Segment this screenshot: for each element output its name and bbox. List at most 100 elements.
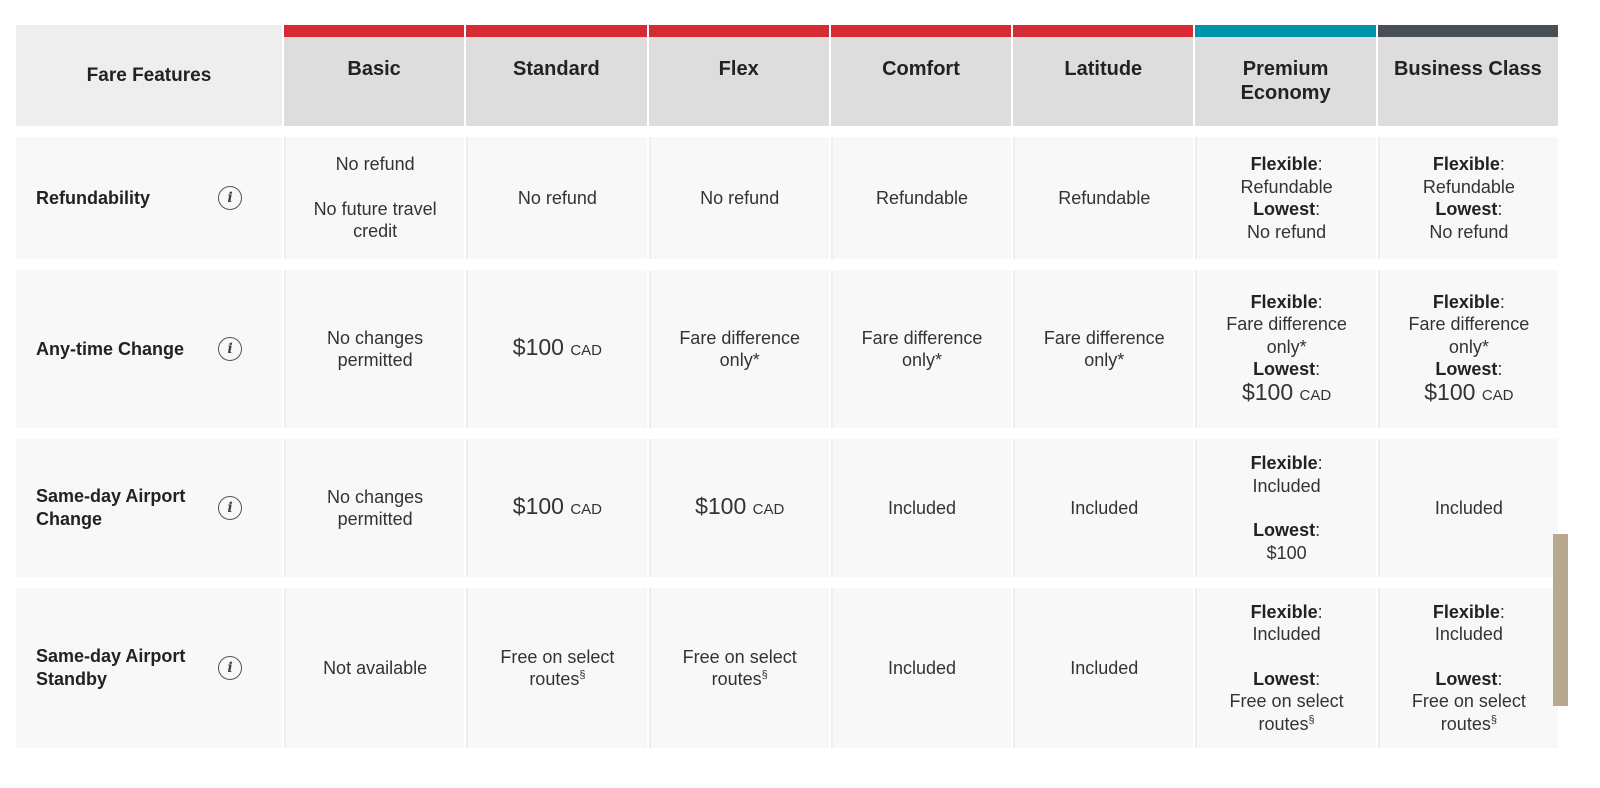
cell-latitude: Refundable: [1013, 137, 1194, 259]
cell-text: Included: [1252, 624, 1321, 645]
cell-flex: No refund: [648, 137, 829, 259]
cell-comfort: Included: [830, 439, 1012, 577]
cell-text: Included: [1252, 475, 1321, 496]
cell-text: Refundable: [1240, 176, 1333, 197]
table-row-any-time-change: Any-time Change i No changes permitted $…: [16, 270, 1559, 428]
column-header-business-class: Business Class: [1377, 25, 1559, 126]
flexible-label: Flexible:: [1250, 453, 1323, 473]
cell-text: No refund: [517, 187, 597, 208]
cell-text: Not available: [323, 657, 428, 678]
cell-comfort: Fare difference only*: [830, 270, 1012, 428]
section-footnote: §: [761, 669, 768, 681]
flexible-label: Flexible:: [1250, 154, 1323, 174]
cell-premium-economy: Flexible: Refundable Lowest: No refund: [1195, 137, 1376, 259]
accent-strip: [1013, 25, 1194, 37]
info-icon[interactable]: i: [218, 186, 242, 210]
price: $100 CAD: [1241, 378, 1332, 405]
cell-text: No changes permitted: [327, 327, 424, 371]
column-header-standard: Standard: [466, 25, 647, 126]
cell-text: Free on select routes§: [500, 646, 615, 690]
column-header-premium-economy: Premium Economy: [1195, 25, 1376, 126]
feature-label: Any-time Change i: [16, 270, 282, 428]
price: $100 CAD: [512, 333, 603, 360]
column-header-comfort: Comfort: [830, 25, 1012, 126]
cell-text: Included: [887, 497, 957, 518]
cell-flex: Fare difference only*: [648, 270, 829, 428]
cell-comfort: Refundable: [830, 137, 1012, 259]
side-feedback-tab[interactable]: [1553, 534, 1568, 706]
column-title: Comfort: [882, 58, 960, 80]
cell-basic: No changes permitted: [283, 270, 465, 428]
accent-strip: [830, 25, 1012, 37]
column-header-flex: Flex: [648, 25, 829, 126]
info-icon[interactable]: i: [218, 496, 242, 520]
cell-text: Free on select routes§: [682, 646, 797, 690]
info-icon[interactable]: i: [218, 337, 242, 361]
cell-text: Fare difference only*: [679, 327, 801, 371]
table-row-same-day-airport-change: Same-day Airport Change i No changes per…: [16, 439, 1559, 577]
price: $100 CAD: [512, 492, 603, 519]
fare-features-heading: Fare Features: [16, 25, 282, 126]
column-header-basic: Basic: [283, 25, 465, 126]
cell-text: No changes permitted: [327, 486, 424, 530]
feature-label: Same-day Airport Change i: [16, 439, 282, 577]
cell-latitude: Included: [1013, 439, 1194, 577]
cell-text: No future travel credit: [313, 198, 437, 242]
cell-text: Refundable: [1422, 176, 1515, 197]
cell-text: No refund: [1429, 221, 1509, 242]
section-footnote: §: [1308, 713, 1315, 726]
feature-name: Same-day Airport Standby: [36, 646, 186, 689]
column-header-latitude: Latitude: [1013, 25, 1194, 126]
column-title: Basic: [347, 58, 401, 80]
cell-business-class: Flexible: Refundable Lowest: No refund: [1377, 137, 1559, 259]
table-row-refundability: Refundability i No refund No future trav…: [16, 137, 1559, 259]
accent-strip: [1377, 25, 1559, 37]
cell-text: Fare difference only*: [1226, 314, 1347, 357]
cell-premium-economy: Flexible: Included Lowest: $100: [1195, 439, 1376, 577]
cell-text: Free on select routes§: [1411, 691, 1526, 734]
section-footnote: §: [1490, 713, 1497, 726]
cell-flex: Free on select routes§: [648, 588, 829, 748]
header-row: Fare Features Basic Standard Flex Comfor…: [16, 25, 1559, 126]
cell-flex: $100 CAD: [648, 439, 829, 577]
column-title: Latitude: [1064, 58, 1143, 80]
cell-text: Refundable: [875, 187, 969, 208]
accent-strip: [1195, 25, 1376, 37]
accent-strip: [466, 25, 647, 37]
cell-standard: $100 CAD: [466, 270, 647, 428]
section-footnote: §: [579, 669, 586, 681]
cell-text: Included: [1070, 657, 1139, 678]
flexible-label: Flexible:: [1250, 601, 1323, 622]
feature-name: Same-day Airport Change: [36, 486, 186, 529]
lowest-label: Lowest:: [1253, 199, 1321, 219]
column-title: Premium Economy: [1240, 58, 1331, 104]
cell-basic: Not available: [283, 588, 465, 748]
cell-text: No refund: [700, 187, 780, 208]
cell-standard: $100 CAD: [466, 439, 647, 577]
info-icon[interactable]: i: [218, 656, 242, 680]
cell-standard: Free on select routes§: [466, 588, 647, 748]
feature-label: Refundability i: [16, 137, 282, 259]
cell-text: Free on select routes§: [1229, 691, 1344, 734]
cell-text: $100: [1266, 542, 1307, 563]
table-row-same-day-airport-standby: Same-day Airport Standby i Not available…: [16, 588, 1559, 748]
lowest-label: Lowest:: [1435, 359, 1503, 380]
lowest-label: Lowest:: [1435, 199, 1503, 219]
cell-basic: No refund No future travel credit: [283, 137, 465, 259]
column-title: Flex: [718, 58, 759, 80]
flexible-label: Flexible:: [1250, 291, 1323, 312]
cell-text: No refund: [335, 154, 415, 175]
cell-premium-economy: Flexible: Fare difference only* Lowest: …: [1195, 270, 1376, 428]
cell-premium-economy: Flexible: Included Lowest: Free on selec…: [1195, 588, 1376, 748]
flexible-label: Flexible:: [1432, 601, 1505, 622]
cell-text: Included: [1434, 497, 1503, 518]
feature-label: Same-day Airport Standby i: [16, 588, 282, 748]
cell-latitude: Included: [1013, 588, 1194, 748]
column-title: Business Class: [1393, 58, 1542, 80]
cell-business-class: Flexible: Fare difference only* Lowest: …: [1377, 270, 1559, 428]
cell-comfort: Included: [830, 588, 1012, 748]
cell-text: No refund: [1247, 221, 1327, 242]
cell-text: Refundable: [1058, 187, 1151, 208]
cell-business-class: Included: [1377, 439, 1559, 577]
cell-standard: No refund: [466, 137, 647, 259]
